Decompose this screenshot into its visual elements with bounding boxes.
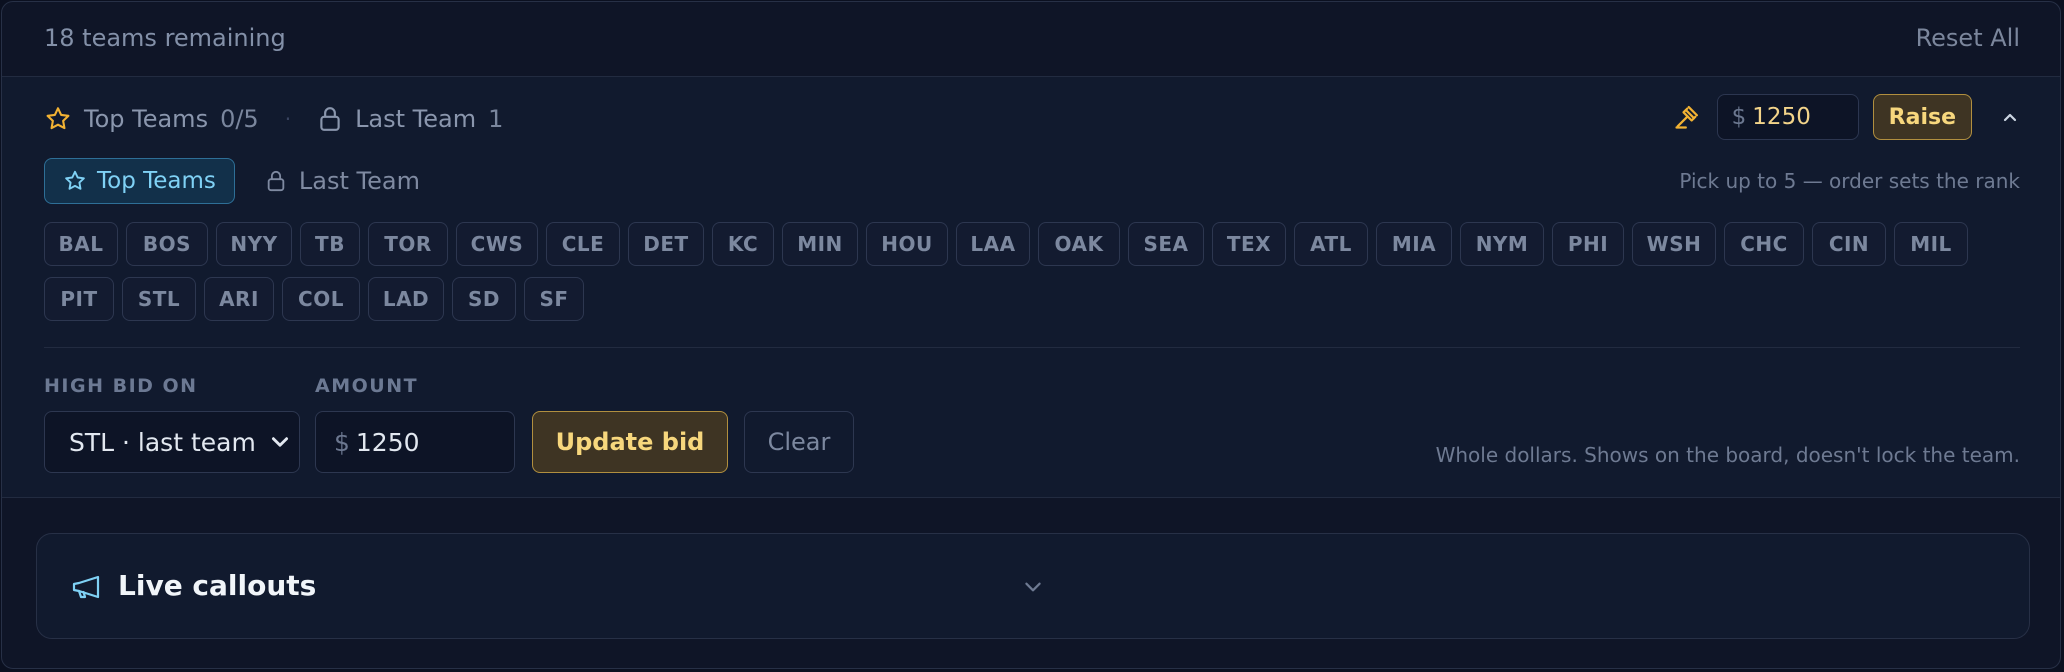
raise-amount-input[interactable]: $ 1250 [1716,94,1859,140]
teams-remaining-text: 18 teams remaining [44,24,286,52]
team-chip-stl[interactable]: STL [122,277,196,321]
team-chip-min[interactable]: MIN [782,222,858,266]
team-chip-sf[interactable]: SF [524,277,584,321]
team-chip-mil[interactable]: MIL [1894,222,1968,266]
team-chip-lad[interactable]: LAD [368,277,444,321]
selection-summary: Top Teams 0/5 · Last Team 1 [44,101,503,137]
team-chip-nyy[interactable]: NYY [216,222,292,266]
team-chip-mia[interactable]: MIA [1376,222,1452,266]
team-chip-chc[interactable]: CHC [1724,222,1804,266]
team-chip-cws[interactable]: CWS [456,222,538,266]
team-chip-sd[interactable]: SD [452,277,516,321]
team-chip-hou[interactable]: HOU [866,222,948,266]
bid-amount-value: 1250 [355,427,420,457]
mode-tabs: Top Teams Last Team [44,158,420,204]
last-team-count: 1 [488,105,504,133]
amount-label: AMOUNT [315,375,419,397]
last-team-summary-label: Last Team [355,105,477,133]
section-divider [44,347,2020,348]
team-chip-laa[interactable]: LAA [956,222,1030,266]
team-chip-tb[interactable]: TB [300,222,360,266]
chevron-down-icon [269,431,291,453]
team-chip-col[interactable]: COL [282,277,360,321]
reset-all-button[interactable]: Reset All [1916,24,2020,52]
top-teams-count: 0/5 [220,105,259,133]
summary-separator: · [284,107,292,131]
team-chip-cle[interactable]: CLE [546,222,620,266]
tab-last-team[interactable]: Last Team [265,167,420,195]
top-teams-summary-label: Top Teams [84,105,209,133]
chevron-up-icon[interactable] [2000,107,2020,127]
high-bid-label: HIGH BID ON [44,375,198,397]
update-bid-button[interactable]: Update bid [532,411,728,473]
bid-panel: 18 teams remaining Reset All Top Teams 0… [1,1,2061,669]
selected-team-value: STL · last team [69,427,256,457]
tab-top-teams[interactable]: Top Teams [44,158,235,204]
team-chip-kc[interactable]: KC [712,222,774,266]
raise-currency-symbol: $ [1731,104,1747,130]
tab-last-team-label: Last Team [298,167,420,195]
team-chip-bos[interactable]: BOS [126,222,208,266]
raise-amount-value: 1250 [1752,104,1811,130]
live-callouts-card[interactable]: Live callouts [36,533,2030,639]
tab-top-teams-label: Top Teams [97,168,216,194]
team-chip-oak[interactable]: OAK [1038,222,1120,266]
bid-currency-symbol: $ [334,427,350,457]
star-icon [44,105,72,133]
team-chip-tex[interactable]: TEX [1212,222,1286,266]
high-bid-team-select[interactable]: STL · last team [44,411,300,473]
team-chip-phi[interactable]: PHI [1552,222,1624,266]
team-chip-sea[interactable]: SEA [1128,222,1204,266]
team-chip-wsh[interactable]: WSH [1632,222,1716,266]
team-chip-pit[interactable]: PIT [44,277,114,321]
team-chip-nym[interactable]: NYM [1460,222,1544,266]
selection-hint: Pick up to 5 — order sets the rank [1679,169,2020,193]
raise-button[interactable]: Raise [1872,94,1972,140]
panel-header: 18 teams remaining Reset All [2,2,2060,77]
chevron-down-icon[interactable] [71,576,1995,598]
team-chip-atl[interactable]: ATL [1294,222,1368,266]
quick-raise: $ 1250 Raise [1673,93,2020,141]
clear-button[interactable]: Clear [744,411,854,473]
bid-amount-input[interactable]: $ 1250 [315,411,515,473]
team-chip-cin[interactable]: CIN [1812,222,1886,266]
star-icon [63,169,87,193]
team-selection-section: Top Teams 0/5 · Last Team 1 $ 1250 Raise [2,77,2060,498]
team-chip-bal[interactable]: BAL [44,222,118,266]
bid-hint: Whole dollars. Shows on the board, doesn… [1435,443,2020,467]
team-chip-tor[interactable]: TOR [368,222,448,266]
team-chip-ari[interactable]: ARI [204,277,274,321]
lock-icon [317,105,343,133]
lock-icon [265,169,287,193]
team-chip-det[interactable]: DET [628,222,704,266]
gavel-icon [1673,103,1701,131]
